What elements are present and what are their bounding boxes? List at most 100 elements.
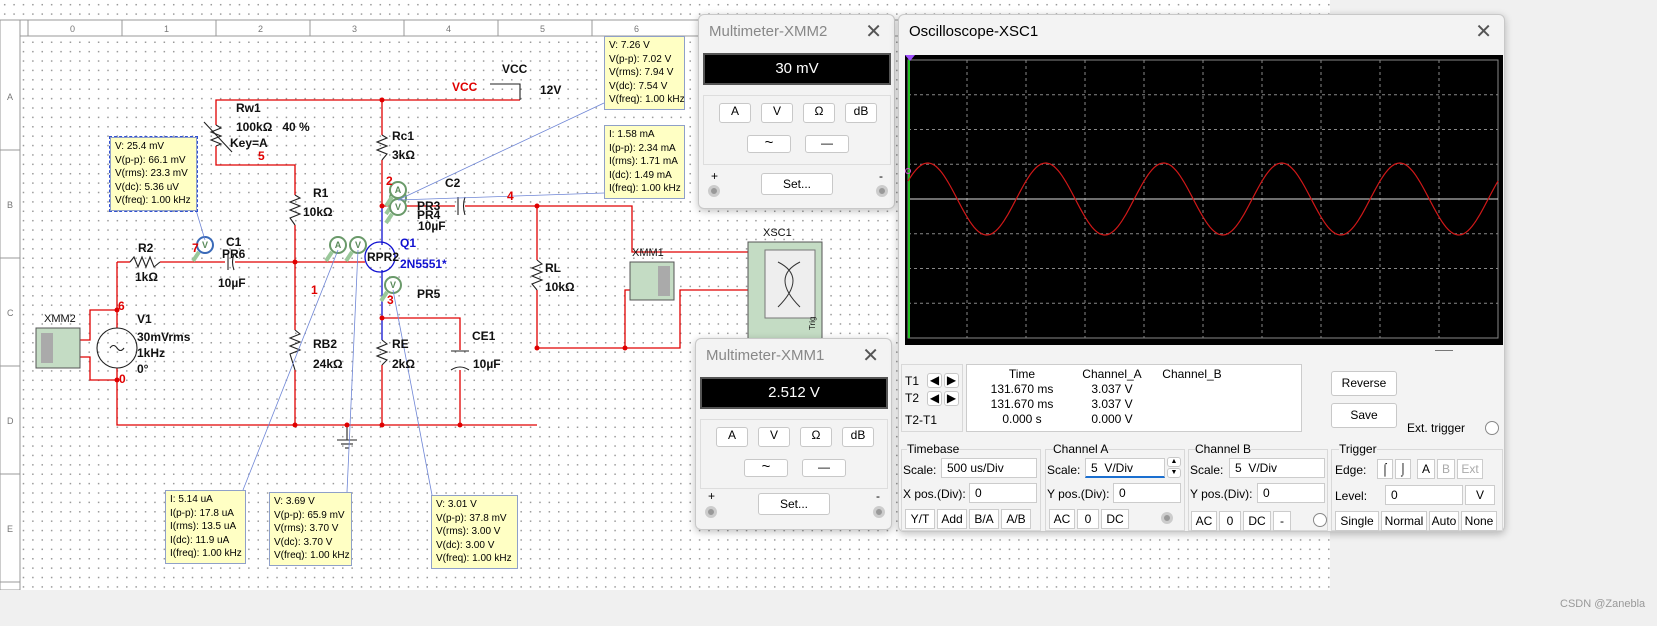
channel-a-zero-button[interactable]: 0 [1077, 509, 1099, 529]
trigger-b-button[interactable]: B [1437, 459, 1455, 479]
level-unit[interactable]: V [1465, 485, 1495, 505]
tooltip-line: V(dc): 5.36 uV [115, 181, 179, 193]
probe-tooltip[interactable]: V: 7.26 V V(p-p): 7.02 V V(rms): 7.94 V V(d… [604, 36, 685, 110]
multimeter-xmm1-window[interactable]: Multimeter-XMM1 ✕ 2.512 V A V Ω dB ~ — +… [695, 338, 892, 530]
node-4: 4 [507, 189, 514, 203]
probe-tooltip[interactable]: I: 5.14 uA I(p-p): 17.8 uA I(rms): 13.5 uA… [165, 490, 246, 564]
mode-a-button[interactable]: A [719, 103, 751, 123]
dc-button[interactable]: — [805, 135, 849, 153]
channel-b-invert-button[interactable]: - [1273, 511, 1291, 531]
trigger-a-button[interactable]: A [1417, 459, 1435, 479]
rc1-name: Rc1 [392, 129, 414, 143]
mode-ohm-button[interactable]: Ω [803, 103, 835, 123]
spin-down-icon[interactable]: ▼ [1167, 468, 1181, 478]
x-pos-input[interactable]: 0 [969, 483, 1037, 503]
channel-b-scale-input[interactable]: 5 V/Div [1229, 458, 1325, 478]
ruler-row-label: A [7, 92, 13, 102]
rc1-value: 3kΩ [392, 148, 415, 162]
none-button[interactable]: None [1461, 511, 1497, 531]
mode-v-button[interactable]: V [761, 103, 793, 123]
node-5: 5 [258, 149, 265, 163]
t2-right-arrow-icon[interactable]: ▶ [944, 391, 959, 406]
mode-v-button[interactable]: V [758, 427, 790, 447]
readout-header: Time [1008, 367, 1036, 381]
voltage-probe[interactable]: V [344, 236, 367, 263]
current-probe[interactable]: A [324, 236, 347, 263]
reverse-button[interactable]: Reverse [1331, 371, 1397, 396]
channel-a-scale-input[interactable]: 5 V/Div [1085, 458, 1165, 478]
channel-a-dc-button[interactable]: DC [1101, 509, 1129, 529]
probe-tooltip[interactable]: V: 3.69 V V(p-p): 65.9 mV V(rms): 3.70 V V(… [269, 492, 352, 566]
add-button[interactable]: Add [937, 509, 967, 529]
mode-db-button[interactable]: dB [842, 427, 874, 447]
b-a-button[interactable]: B/A [969, 509, 999, 529]
t2-left-arrow-icon[interactable]: ◀ [927, 391, 942, 406]
c2-name: C2 [445, 176, 461, 190]
close-icon[interactable]: ✕ [862, 343, 879, 368]
probe-letter: V [355, 240, 361, 250]
xmm1-instrument[interactable] [629, 261, 675, 301]
minus-terminal[interactable] [873, 506, 885, 518]
close-icon[interactable]: ✕ [865, 19, 882, 44]
mode-a-button[interactable]: A [716, 427, 748, 447]
transistor-q1[interactable] [364, 206, 396, 340]
mode-ohm-button[interactable]: Ω [800, 427, 832, 447]
dc-button[interactable]: — [802, 459, 846, 477]
trig-label: Trig [808, 317, 817, 330]
readout-cell: 0.000 V [1091, 412, 1133, 426]
ext-trigger-terminal[interactable] [1485, 421, 1499, 435]
rising-edge-icon[interactable]: ⌠ [1377, 459, 1393, 479]
plus-terminal[interactable] [708, 185, 720, 197]
channel-b-scale-label: Scale: [1190, 463, 1224, 477]
ac-button[interactable]: ~ [744, 459, 788, 477]
oscilloscope-window[interactable]: Oscilloscope-XSC1 ✕ T1 T2 T2-T1 ◀ ▶ ◀ ▶ … [898, 14, 1505, 532]
mode-db-button[interactable]: dB [845, 103, 877, 123]
xmm2-instrument[interactable] [35, 327, 81, 369]
spin-up-icon[interactable]: ▲ [1167, 457, 1181, 467]
normal-button[interactable]: Normal [1381, 511, 1427, 531]
tooltip-line: V(dc): 3.70 V [274, 536, 333, 548]
trigger-ext-button[interactable]: Ext [1457, 459, 1483, 479]
t1-right-arrow-icon[interactable]: ▶ [944, 373, 959, 388]
tooltip-line: V: 3.01 V [436, 499, 477, 510]
channel-b-dc-button[interactable]: DC [1243, 511, 1271, 531]
tooltip-line: V: 3.69 V [274, 496, 315, 507]
set-button[interactable]: Set... [758, 493, 830, 515]
probe-tooltip[interactable]: I: 1.58 mA I(p-p): 2.34 mA I(rms): 1.71 mA… [604, 125, 685, 199]
tooltip-line: I: 1.58 mA [609, 129, 655, 140]
channel-a-terminal[interactable] [1161, 512, 1173, 524]
node-3: 3 [387, 293, 394, 307]
channel-a-ac-button[interactable]: AC [1049, 509, 1075, 529]
resize-handle[interactable] [1435, 350, 1453, 351]
close-icon[interactable]: ✕ [1475, 19, 1492, 44]
auto-button[interactable]: Auto [1429, 511, 1459, 531]
probe-tooltip[interactable]: V: 25.4 mV V(p-p): 66.1 mV V(rms): 23.3 mV… [109, 136, 198, 212]
plus-terminal[interactable] [705, 506, 717, 518]
y-pos-a-input[interactable]: 0 [1113, 483, 1181, 503]
c1-probe: PR6 [222, 247, 246, 261]
c2-value: 10µF [418, 219, 446, 233]
single-button[interactable]: Single [1335, 511, 1379, 531]
channel-b-ac-button[interactable]: AC [1191, 511, 1217, 531]
tooltip-line: I: 5.14 uA [170, 494, 213, 505]
falling-edge-icon[interactable]: ⌡ [1395, 459, 1411, 479]
level-input[interactable]: 0 [1385, 485, 1463, 505]
timebase-scale-label: Scale: [903, 463, 937, 477]
channel-b-zero-button[interactable]: 0 [1219, 511, 1241, 531]
minus-terminal[interactable] [876, 185, 888, 197]
ac-button[interactable]: ~ [747, 135, 791, 153]
yt-button[interactable]: Y/T [905, 509, 935, 529]
save-button[interactable]: Save [1331, 403, 1397, 428]
oscilloscope-screen[interactable] [905, 55, 1503, 345]
set-button[interactable]: Set... [761, 173, 833, 195]
y-pos-b-input[interactable]: 0 [1257, 483, 1325, 503]
t1-left-arrow-icon[interactable]: ◀ [927, 373, 942, 388]
a-b-button[interactable]: A/B [1001, 509, 1031, 529]
probe-tooltip[interactable]: V: 3.01 V V(p-p): 37.8 mV V(rms): 3.00 V V(… [431, 495, 518, 569]
timebase-scale-input[interactable]: 500 us/Div [941, 458, 1037, 478]
ruler-col-label: 4 [446, 24, 451, 34]
channel-b-terminal[interactable] [1313, 513, 1327, 527]
multimeter-xmm2-window[interactable]: Multimeter-XMM2 ✕ 30 mV A V Ω dB ~ — + -… [698, 14, 895, 209]
v1-name: V1 [137, 312, 152, 326]
tooltip-line: V(freq): 1.00 kHz [274, 550, 350, 561]
